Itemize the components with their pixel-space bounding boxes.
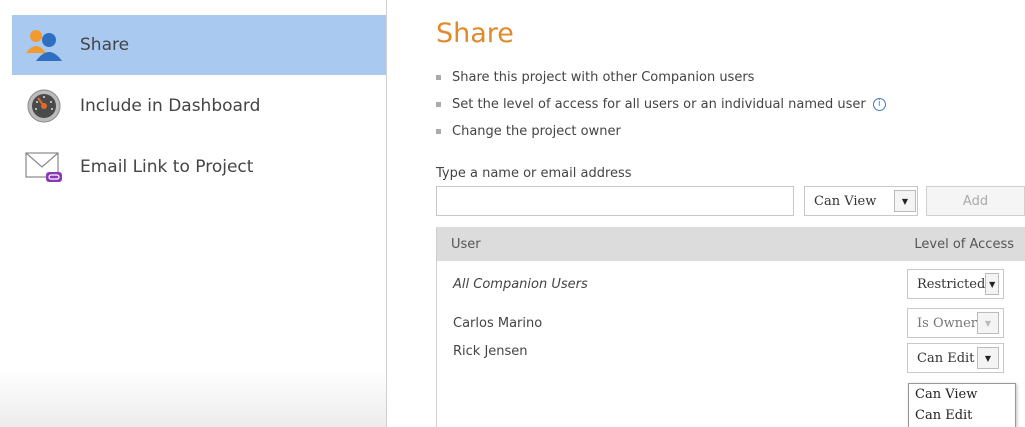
dropdown-option[interactable]: Can View	[909, 384, 1015, 405]
table-header: User Level of Access	[437, 227, 1025, 261]
table-row: Rick Jensen Can Edit ▼	[437, 341, 1025, 375]
user-name: Carlos Marino	[453, 315, 543, 331]
table-row: Carlos Marino Is Owner ▼	[437, 306, 1025, 340]
add-button[interactable]: Add	[926, 186, 1025, 216]
dashboard-gauge-icon	[22, 86, 66, 126]
chevron-down-icon: ▼	[977, 312, 999, 334]
row-access-value: Restricted	[917, 276, 986, 292]
chevron-down-icon[interactable]: ▼	[894, 190, 916, 212]
info-icon[interactable]: i	[872, 98, 886, 111]
chevron-down-icon[interactable]: ▼	[977, 347, 999, 369]
user-name: Rick Jensen	[453, 343, 528, 359]
column-header-user: User	[451, 236, 481, 252]
name-input-label: Type a name or email address	[436, 166, 632, 181]
name-email-input[interactable]	[436, 186, 794, 216]
sidebar-footer	[0, 369, 386, 427]
table-row: All Companion Users Restricted ▼	[437, 267, 1025, 301]
user-name: All Companion Users	[453, 276, 588, 292]
bullet-item: Share this project with other Companion …	[436, 64, 886, 91]
dropdown-option[interactable]: Can Edit	[909, 405, 1015, 426]
bullet-item: Change the project owner	[436, 118, 886, 145]
bullet-icon	[436, 129, 441, 134]
sidebar: Share Include in Dashboard Email Link to…	[0, 0, 387, 427]
access-dropdown-list: Can View Can Edit	[908, 383, 1016, 427]
sidebar-item-label: Email Link to Project	[80, 157, 254, 177]
row-access-select: Is Owner ▼	[907, 308, 1004, 338]
row-access-value: Can Edit	[917, 350, 975, 366]
access-level-value: Can View	[814, 193, 877, 209]
row-access-value: Is Owner	[917, 315, 978, 331]
chevron-down-icon[interactable]: ▼	[985, 273, 999, 295]
access-level-select[interactable]: Can View ▼	[804, 186, 918, 216]
sidebar-item-label: Share	[80, 35, 130, 55]
column-header-access: Level of Access	[914, 236, 1014, 252]
users-icon	[22, 25, 66, 65]
page-title: Share	[436, 18, 514, 49]
share-bullet-list: Share this project with other Companion …	[436, 64, 886, 145]
bullet-icon	[436, 75, 441, 80]
share-panel: Share Share this project with other Comp…	[436, 0, 1025, 427]
email-link-icon	[22, 147, 66, 187]
row-access-select[interactable]: Restricted ▼	[907, 269, 1004, 299]
sidebar-item-email-link[interactable]: Email Link to Project	[12, 137, 386, 197]
sidebar-item-include-dashboard[interactable]: Include in Dashboard	[12, 76, 386, 136]
bullet-icon	[436, 102, 441, 107]
bullet-item: Set the level of access for all users or…	[436, 91, 886, 118]
sidebar-item-label: Include in Dashboard	[80, 96, 261, 116]
sidebar-item-share[interactable]: Share	[12, 15, 386, 75]
row-access-select[interactable]: Can Edit ▼	[907, 343, 1004, 373]
